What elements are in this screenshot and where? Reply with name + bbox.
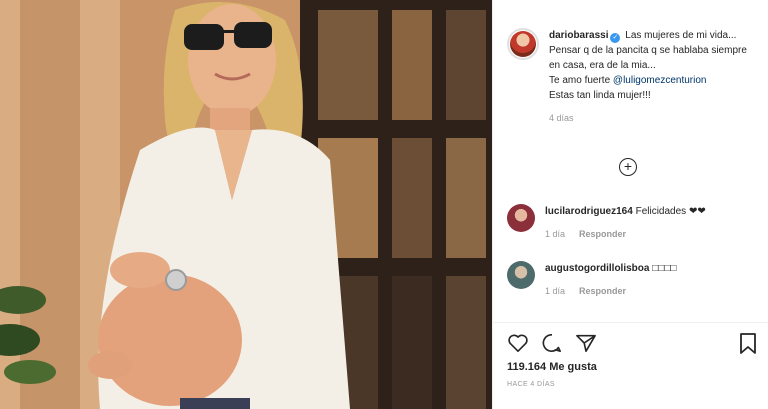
post-side-panel: dariobarassi ✓ Las mujeres de mi vida... …	[492, 0, 768, 409]
photo-illustration	[0, 0, 492, 409]
post-timestamp[interactable]: HACE 4 DÍAS	[507, 381, 555, 388]
comment-time[interactable]: 1 día	[545, 286, 565, 296]
author-avatar[interactable]	[507, 28, 539, 60]
post-actions-section: 119.164 Me gusta HACE 4 DÍAS	[493, 322, 768, 409]
verified-badge-icon: ✓	[610, 33, 621, 43]
reply-button[interactable]: Responder	[579, 229, 626, 239]
comment-text: Felicidades ❤❤	[635, 206, 706, 217]
share-icon[interactable]	[575, 333, 597, 353]
commenter-username[interactable]: augustogordillolisboa	[545, 263, 649, 274]
comment-time[interactable]: 1 día	[545, 229, 565, 239]
reply-button[interactable]: Responder	[579, 286, 626, 296]
heart-icon[interactable]	[507, 333, 529, 353]
comment-icon[interactable]	[541, 333, 563, 353]
caption-line3: Estas tan linda mujer!!!	[549, 90, 651, 101]
load-more-comments-button[interactable]: +	[619, 158, 637, 176]
commenter-avatar[interactable]	[507, 204, 535, 232]
caption-mention-link[interactable]: @luligomezcenturion	[613, 75, 707, 86]
comment-item: augustogordillolisboa □□□□ 1 día Responde…	[507, 261, 757, 296]
likes-count[interactable]: 119.164 Me gusta	[507, 361, 597, 373]
action-icons	[507, 333, 597, 353]
bookmark-icon[interactable]	[739, 333, 757, 355]
post-caption: dariobarassi ✓ Las mujeres de mi vida... …	[507, 28, 757, 126]
commenter-username[interactable]: lucilarodriguez164	[545, 206, 633, 217]
post-photo[interactable]	[0, 0, 492, 409]
comment-text: □□□□	[652, 263, 677, 274]
comment-item: lucilarodriguez164 Felicidades ❤❤ 1 día R…	[507, 204, 757, 239]
caption-time: 4 días	[549, 113, 574, 123]
commenter-avatar[interactable]	[507, 261, 535, 289]
caption-line2-prefix: Te amo fuerte	[549, 75, 613, 86]
author-username[interactable]: dariobarassi	[549, 30, 608, 41]
